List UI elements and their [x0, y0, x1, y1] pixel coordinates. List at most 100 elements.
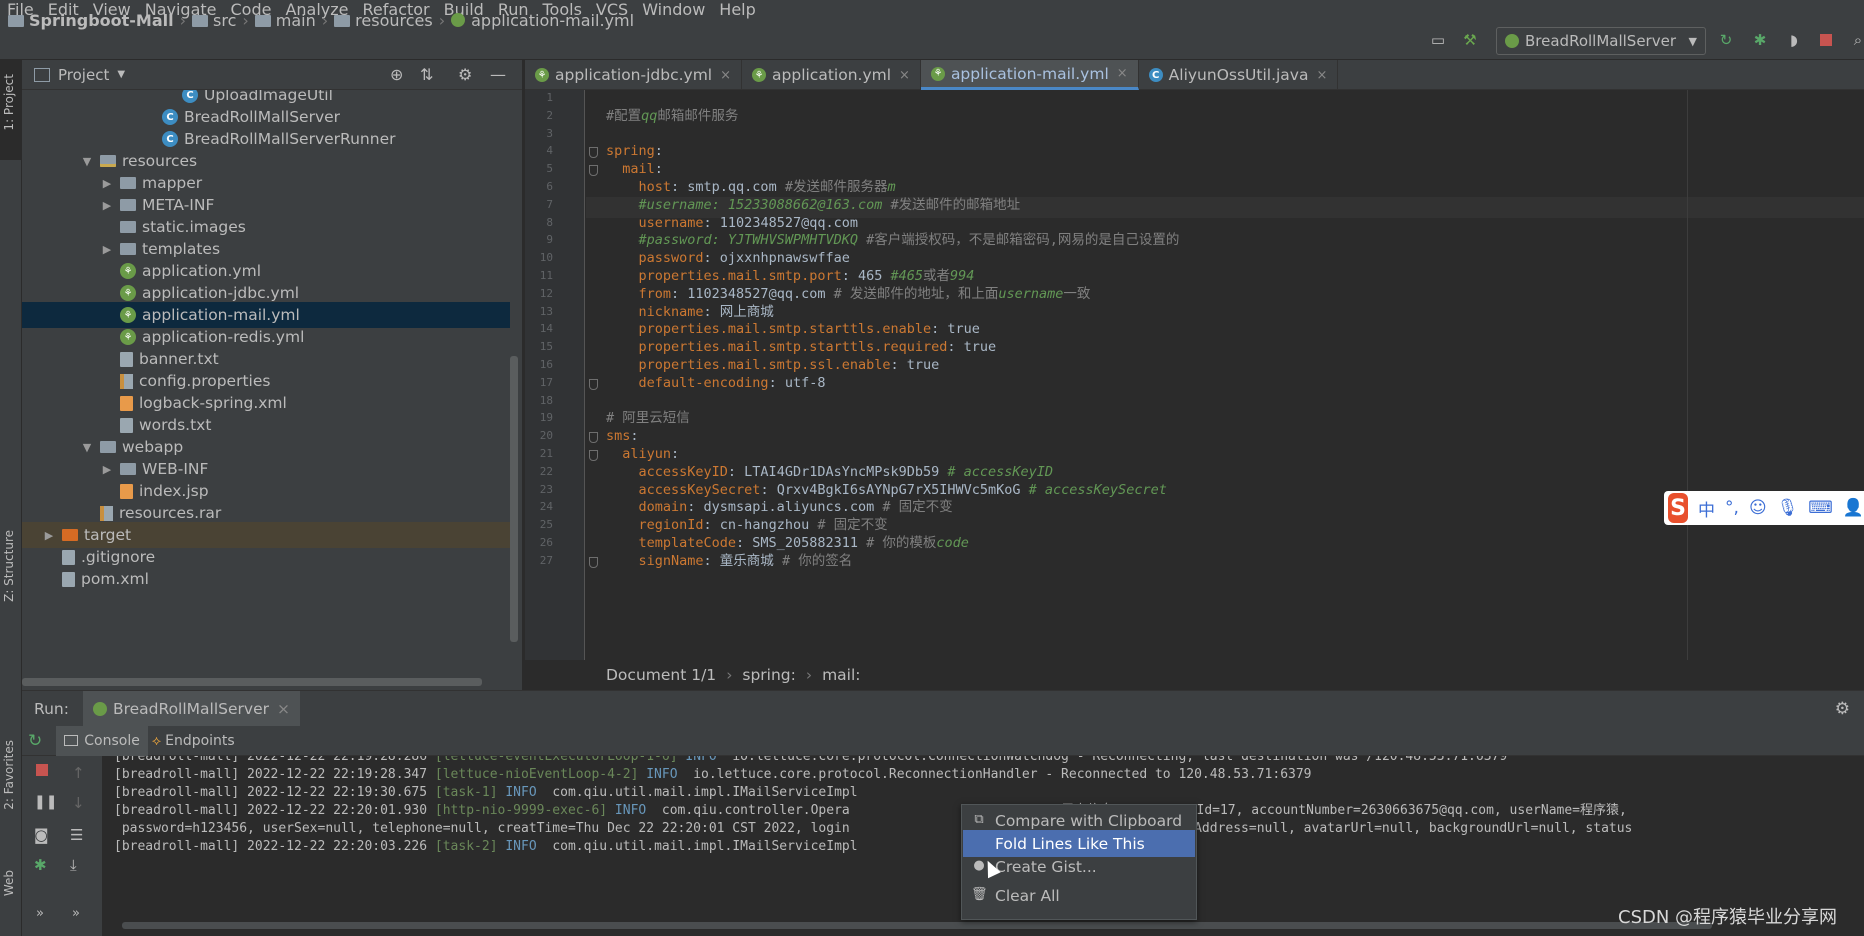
close-icon[interactable]: ×	[1316, 68, 1327, 83]
debug-bug-icon[interactable]: ✱	[1750, 30, 1770, 50]
emoji-icon[interactable]: ☺	[1749, 498, 1767, 518]
editor-tab-application-jdbc-yml[interactable]: ⚘ application-jdbc.yml ×	[525, 60, 743, 90]
microphone-icon[interactable]: 🎙	[1777, 498, 1799, 518]
folder-icon	[120, 199, 136, 211]
locate-target-icon[interactable]: ⊕	[390, 65, 403, 84]
editor-tab-application-yml[interactable]: ⚘ application.yml ×	[742, 60, 921, 90]
code-editor[interactable]: #配置qq邮箱邮件服务 spring: mail: host: smtp.qq.c…	[586, 90, 1864, 660]
spring-yml-icon: ⚘	[120, 329, 136, 345]
close-icon[interactable]: ×	[720, 68, 731, 83]
collapsed-arrow-icon[interactable]: ▶	[42, 529, 56, 542]
close-icon[interactable]: ×	[899, 68, 910, 83]
user-icon[interactable]: 👤	[1843, 498, 1864, 518]
context-menu-item-clear-all[interactable]: 🗑 Clear All	[963, 882, 1195, 909]
close-icon[interactable]: ×	[277, 700, 290, 718]
gear-icon[interactable]: ⚙	[1835, 699, 1850, 719]
more-icon[interactable]: »	[36, 906, 44, 921]
tree-item-label: words.txt	[139, 416, 212, 434]
more-icon[interactable]: »	[72, 906, 80, 921]
breadcrumb-file[interactable]: application-mail.yml	[471, 11, 634, 30]
close-icon[interactable]: ×	[1117, 66, 1128, 81]
down-arrow-icon[interactable]: ↓	[72, 794, 85, 812]
breadcrumb-mail[interactable]: mail:	[822, 666, 860, 684]
editor-tab-aliyunossutil-java[interactable]: C AliyunOssUtil.java ×	[1139, 60, 1339, 90]
breadcrumb-document[interactable]: Document 1/1	[606, 666, 716, 684]
breadcrumb-src[interactable]: src	[213, 11, 236, 30]
breadcrumb-spring[interactable]: spring:	[742, 666, 795, 684]
console-horizontal-scrollbar[interactable]	[122, 922, 1712, 929]
up-arrow-icon[interactable]: ↑	[72, 764, 85, 782]
expanded-arrow-icon[interactable]: ▼	[80, 155, 94, 168]
line-number: 20	[539, 429, 553, 443]
run-tab-label[interactable]: BreadRollMallServer	[113, 700, 269, 718]
tree-item-label: config.properties	[139, 372, 271, 390]
rerun-icon[interactable]: ↻	[28, 731, 42, 751]
punctuation-icon[interactable]: °,	[1725, 498, 1739, 518]
gear-icon[interactable]: ⚙	[458, 65, 472, 84]
line-number: 21	[539, 447, 553, 460]
code-token: 一致	[1063, 285, 1091, 302]
spring-boot-icon	[92, 701, 107, 716]
code-token: : ojxxnhpnawswffae	[703, 250, 850, 267]
camera-icon[interactable]: ◙	[34, 826, 49, 844]
search-everywhere-icon[interactable]: ⌕	[1848, 30, 1864, 50]
web-tool-tab[interactable]: Web	[2, 870, 16, 896]
soft-wrap-icon[interactable]: ☰	[70, 826, 83, 844]
debug-bug-icon[interactable]: ✱	[34, 856, 47, 874]
project-tool-tab[interactable]: 1: Project	[2, 74, 16, 131]
console-tab[interactable]: Console	[84, 733, 140, 749]
project-structure-icon[interactable]: ▭	[1428, 30, 1448, 50]
project-tree-scrollbar[interactable]	[510, 356, 518, 642]
breadcrumb-project[interactable]: Springboot-Mall	[29, 11, 174, 30]
line-number: 8	[546, 215, 553, 229]
stop-icon[interactable]	[1816, 30, 1836, 50]
menu-window[interactable]: Window	[635, 0, 712, 20]
code-token: sms	[606, 428, 631, 445]
project-tree-horizontal-scrollbar[interactable]	[22, 678, 482, 686]
project-panel-title[interactable]: Project	[58, 66, 109, 84]
rerun-icon[interactable]: ↻	[1716, 30, 1736, 50]
console-token: password=h123456, userSex=null, telephon…	[114, 821, 850, 836]
collapse-all-icon[interactable]: ⇅	[420, 65, 433, 84]
scroll-to-end-icon[interactable]: ⤓	[70, 856, 77, 874]
collapsed-arrow-icon[interactable]: ▶	[100, 177, 114, 190]
ime-language[interactable]: 中	[1698, 496, 1715, 521]
spring-yml-icon: ⚘	[120, 307, 136, 323]
stop-icon[interactable]	[36, 764, 48, 776]
structure-tool-tab[interactable]: Z: Structure	[2, 530, 16, 602]
collapsed-arrow-icon[interactable]: ▶	[100, 199, 114, 212]
coverage-shield-icon[interactable]: ◗	[1784, 30, 1804, 50]
folder-icon	[100, 441, 116, 453]
build-hammer-icon[interactable]: ⚒	[1460, 30, 1480, 50]
run-configuration-select[interactable]: BreadRollMallServer ▼	[1496, 27, 1706, 55]
hide-panel-icon[interactable]: —	[490, 65, 506, 84]
code-token: code	[936, 535, 969, 551]
expanded-arrow-icon[interactable]: ▼	[80, 441, 94, 454]
pause-icon[interactable]: ❚❚	[34, 794, 57, 810]
line-number: 11	[539, 269, 553, 282]
project-view-icon	[34, 67, 50, 82]
console-token: [task-1]	[434, 785, 498, 800]
tree-item-label: WEB-INF	[142, 460, 209, 478]
collapsed-arrow-icon[interactable]: ▶	[100, 243, 114, 256]
code-token: : dysmsapi.aliyuncs.com	[687, 499, 883, 516]
favorites-tool-tab[interactable]: 2: Favorites	[2, 740, 16, 810]
code-token: password	[606, 250, 704, 267]
line-number: 23	[539, 482, 553, 496]
ime-toolbar[interactable]: S 中 °, ☺ 🎙 ⌨ 👤	[1664, 491, 1864, 525]
breadcrumb-resources[interactable]: resources	[355, 11, 433, 30]
menu-help[interactable]: Help	[712, 0, 762, 20]
chevron-down-icon[interactable]: ▼	[117, 69, 125, 80]
spring-yml-icon: ⚘	[120, 263, 136, 279]
archive-file-icon	[100, 505, 113, 521]
console-token: io.lettuce.core.protocol.ReconnectionHan…	[685, 767, 1312, 782]
breadcrumb-main[interactable]: main	[276, 11, 316, 30]
collapsed-arrow-icon[interactable]: ▶	[100, 463, 114, 476]
editor-tab-application-mail-yml[interactable]: ⚘ application-mail.yml ×	[920, 60, 1139, 90]
endpoints-tab[interactable]: Endpoints	[165, 733, 235, 749]
keyboard-icon[interactable]: ⌨	[1808, 498, 1833, 518]
code-token: # 阿里云短信	[606, 410, 690, 427]
code-token: spring	[606, 143, 655, 160]
compare-icon: ⧉	[974, 812, 984, 827]
tree-item-pom-xml[interactable]: pom.xml	[22, 566, 510, 592]
